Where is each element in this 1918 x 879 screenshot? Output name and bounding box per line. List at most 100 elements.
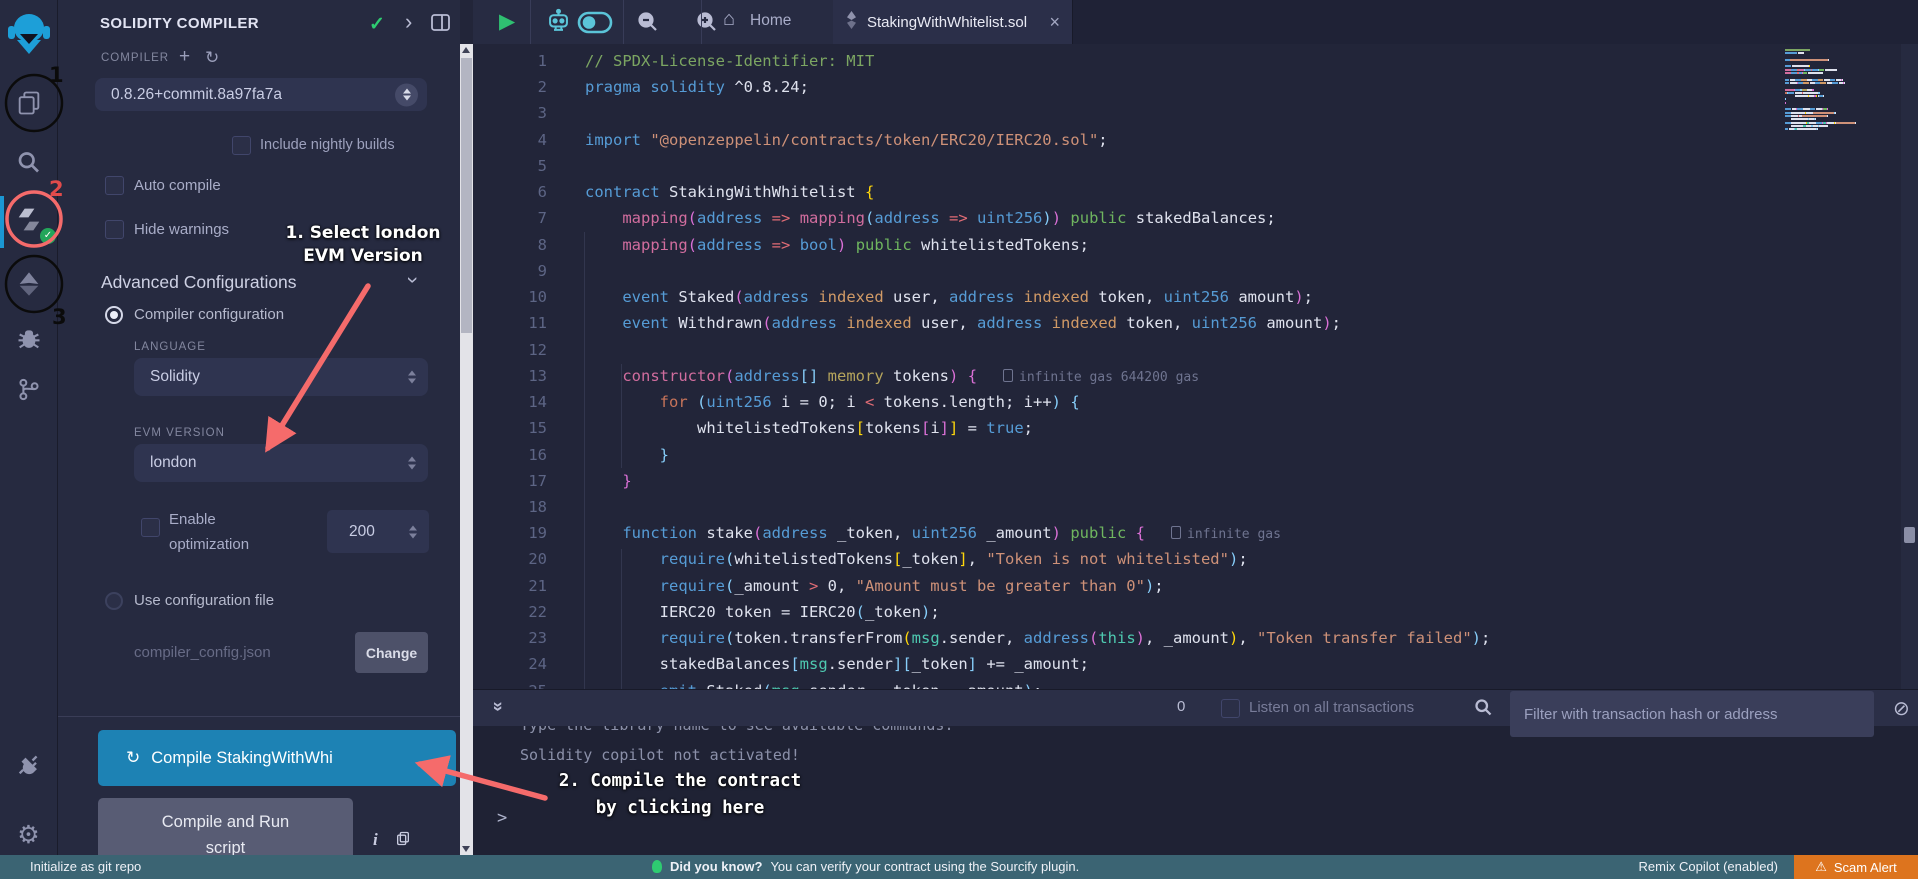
include-nightly-label: Include nightly builds <box>260 137 395 153</box>
active-plugin-indicator <box>0 196 4 248</box>
annotation-step1-line2: EVM Version <box>272 245 454 268</box>
code-line: 3 <box>473 100 1918 126</box>
panel-title: SOLIDITY COMPILER <box>100 15 259 32</box>
scroll-down-icon[interactable] <box>462 846 470 852</box>
did-you-know-tip: Did you know? You can verify your contra… <box>652 859 1079 874</box>
include-nightly-checkbox[interactable] <box>232 136 251 155</box>
editor-toolbar: ▶ <box>473 0 1918 45</box>
reload-compiler-icon[interactable]: ↻ <box>205 48 219 68</box>
gas-estimate: infinite gas <box>1171 527 1281 542</box>
toolbar-divider <box>530 0 531 44</box>
toolbar-divider <box>623 0 624 44</box>
zoom-out-icon[interactable] <box>636 21 664 38</box>
compile-and-run-button[interactable]: Compile and Run script <box>98 798 353 860</box>
info-icon[interactable]: i <box>373 830 378 850</box>
code-line: 24 stakedBalances[msg.sender][_token] +=… <box>473 651 1918 677</box>
use-config-file-label: Use configuration file <box>134 592 274 609</box>
code-line: 9 <box>473 258 1918 284</box>
add-custom-compiler-icon[interactable]: + <box>179 46 190 68</box>
enable-optimization-checkbox[interactable] <box>141 518 160 537</box>
code-line: 7 mapping(address => mapping(address => … <box>473 205 1918 231</box>
scam-alert-button[interactable]: ⚠ Scam Alert <box>1794 855 1918 879</box>
language-stepper-icon <box>408 371 416 384</box>
source-control-icon[interactable] <box>15 376 42 408</box>
search-icon[interactable] <box>15 149 42 181</box>
use-config-file-radio[interactable] <box>105 592 123 610</box>
copy-icon[interactable] <box>395 830 411 852</box>
solidity-compiler-panel: SOLIDITY COMPILER ✓ › COMPILER + ↻ 0.8.2… <box>57 0 460 879</box>
deploy-run-icon[interactable] <box>15 270 43 303</box>
sidebar-scrollbar-thumb[interactable] <box>461 58 472 333</box>
tab-stakingwithwhitelist[interactable]: StakingWithWhitelist.sol × <box>833 0 1073 44</box>
code-line: 25 emit Staked(msg.sender, _token, _amou… <box>473 678 1918 689</box>
compile-run-label-1: Compile and Run <box>98 809 353 835</box>
auto-compile-label: Auto compile <box>134 177 221 194</box>
compiler-configuration-radio[interactable] <box>105 306 123 324</box>
editor-scrollbar-thumb[interactable] <box>1904 527 1915 543</box>
tab-title: StakingWithWhitelist.sol <box>867 14 1027 31</box>
run-script-play-icon[interactable]: ▶ <box>499 9 515 35</box>
code-line: 16 } <box>473 442 1918 468</box>
copilot-toggle-icon[interactable] <box>577 11 613 39</box>
home-icon[interactable]: ⌂ <box>723 8 735 31</box>
refresh-icon: ↻ <box>126 748 140 768</box>
remix-logo[interactable] <box>7 10 51 67</box>
gas-estimate: infinite gas 644200 gas <box>1003 370 1199 385</box>
code-line: 18 <box>473 494 1918 520</box>
language-label: LANGUAGE <box>134 341 206 353</box>
ai-copilot-robot-icon[interactable] <box>545 8 572 41</box>
solidity-compiler-icon[interactable] <box>16 206 42 238</box>
code-line: 15 whitelistedTokens[tokens[i]] = true; <box>473 415 1918 441</box>
lightbulb-icon <box>652 860 662 873</box>
zoom-in-icon[interactable] <box>695 21 719 38</box>
optimization-runs-value: 200 <box>349 523 375 541</box>
pin-panel-icon[interactable] <box>431 14 450 36</box>
plugin-manager-icon[interactable] <box>15 750 43 783</box>
panel-chevron-icon[interactable]: › <box>405 9 412 35</box>
code-line: 5 <box>473 153 1918 179</box>
compiler-configuration-label: Compiler configuration <box>134 306 284 323</box>
advanced-configurations-header[interactable]: Advanced Configurations <box>101 272 297 293</box>
hide-warnings-checkbox[interactable] <box>105 220 124 239</box>
home-tab[interactable]: Home <box>750 12 791 30</box>
compiler-version-select[interactable]: 0.8.26+commit.8a97fa7a <box>95 78 427 111</box>
code-line: 13 constructor(address[] memory tokens) … <box>473 363 1918 389</box>
terminal-prompt[interactable]: > <box>497 808 507 828</box>
optimization-runs-stepper[interactable]: 200 <box>327 510 429 553</box>
status-bar: Initialize as git repo Did you know? You… <box>0 855 1918 879</box>
scroll-up-icon[interactable] <box>462 47 470 53</box>
terminal-search-icon[interactable] <box>1473 697 1494 723</box>
listen-transactions-checkbox[interactable] <box>1221 699 1240 718</box>
version-stepper-icon[interactable] <box>395 83 418 106</box>
settings-gear-icon[interactable]: ⚙ <box>17 820 39 850</box>
git-init-status-item[interactable]: Initialize as git repo <box>30 859 141 874</box>
enable-optimization-label-1: Enable <box>169 511 216 528</box>
code-editor[interactable]: 1// SPDX-License-Identifier: MIT2pragma … <box>473 44 1918 689</box>
code-line: 23 require(token.transferFrom(msg.sender… <box>473 625 1918 651</box>
activity-bar: ✓ <box>0 0 58 855</box>
transaction-filter-input[interactable] <box>1510 691 1874 737</box>
evm-version-value: london <box>150 454 197 472</box>
change-config-button[interactable]: Change <box>355 632 428 673</box>
editor-scrollbar[interactable] <box>1901 44 1918 689</box>
debugger-icon[interactable] <box>15 324 43 357</box>
compile-button[interactable]: ↻ Compile StakingWithWhi <box>98 730 456 786</box>
close-tab-icon[interactable]: × <box>1049 12 1060 33</box>
code-line: 22 IERC20 token = IERC20(_token); <box>473 599 1918 625</box>
sidebar-scrollbar[interactable] <box>460 44 473 855</box>
code-line: 19 function stake(address _token, uint25… <box>473 520 1918 546</box>
auto-compile-checkbox[interactable] <box>105 176 124 195</box>
gas-pump-icon <box>1171 526 1181 539</box>
indent-guide <box>621 364 622 468</box>
evm-version-select[interactable]: london <box>134 444 428 482</box>
minimap[interactable] <box>1785 49 1891 131</box>
expand-terminal-icon[interactable]: » <box>488 701 509 711</box>
tip-text: You can verify your contract using the S… <box>770 859 1079 874</box>
advanced-config-chevron-icon[interactable]: › <box>401 277 425 284</box>
code-line: 20 require(whitelistedTokens[_token], "T… <box>473 546 1918 572</box>
file-explorer-icon[interactable] <box>15 89 43 122</box>
language-select[interactable]: Solidity <box>134 358 428 396</box>
clear-console-ban-icon[interactable]: ⊘ <box>1893 696 1910 721</box>
copilot-status-item[interactable]: Remix Copilot (enabled) <box>1639 859 1778 874</box>
annotation-step1-line1: 1. Select london <box>272 222 454 245</box>
